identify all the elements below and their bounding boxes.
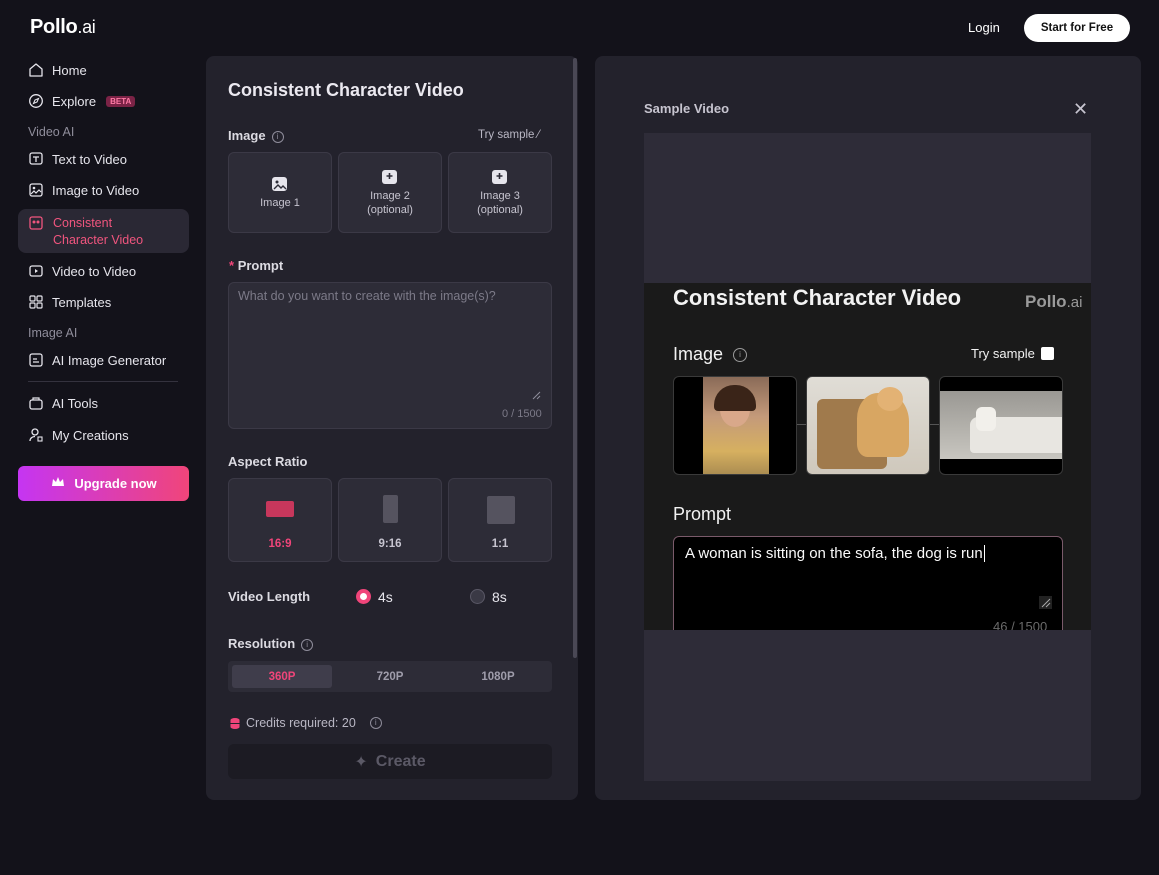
text-video-icon: [28, 151, 44, 167]
crown-icon: [50, 474, 66, 493]
resolution-1080p[interactable]: 1080P: [448, 665, 548, 688]
sidebar-item-my-creations[interactable]: My Creations: [28, 427, 129, 443]
resolution-label: Resolution i: [228, 636, 314, 651]
resize-handle-icon[interactable]: [532, 391, 541, 400]
start-for-free-button[interactable]: Start for Free: [1024, 14, 1130, 42]
ratio-16-9-label: 16:9: [268, 538, 292, 550]
length-8s-label: 8s: [492, 589, 507, 605]
length-8s-radio[interactable]: [470, 589, 485, 604]
video-frame: Consistent Character Video Pollo.ai Imag…: [644, 283, 1091, 630]
video-length-label: Video Length: [228, 589, 311, 604]
magic-wand-icon: ⁄: [537, 129, 540, 141]
prompt-textarea[interactable]: [228, 282, 552, 429]
form-scrollbar[interactable]: [573, 58, 577, 658]
ratio-16-9-icon: [266, 501, 294, 517]
prompt-placeholder: What do you want to create with the imag…: [238, 289, 496, 303]
image-add-icon: [492, 170, 507, 184]
video-frame-prompt-label: Prompt: [673, 504, 732, 524]
dice-icon: [1040, 347, 1054, 360]
video-frame-char-count: 46 / 1500: [993, 619, 1048, 630]
upgrade-now-button[interactable]: Upgrade now: [18, 466, 189, 501]
resolution-360p[interactable]: 360P: [232, 665, 332, 688]
sample-thumb-sofa: [939, 376, 1063, 475]
sidebar-item-ai-tools[interactable]: AI Tools: [28, 395, 98, 411]
aspect-ratio-label: Aspect Ratio: [228, 454, 308, 469]
info-icon: i: [369, 717, 382, 729]
video-frame-image-label: Image i: [673, 344, 748, 365]
length-4s-radio[interactable]: [356, 589, 371, 604]
home-icon: [28, 62, 44, 78]
templates-icon: [28, 294, 44, 310]
try-sample-link[interactable]: Try sample ⁄: [478, 129, 540, 141]
login-link[interactable]: Login: [968, 20, 1000, 35]
compass-icon: [28, 93, 44, 109]
video-frame-logo: Pollo.ai: [1025, 292, 1083, 311]
sample-video-title: Sample Video: [644, 101, 730, 116]
ratio-9-16-icon: [383, 495, 398, 523]
sidebar-item-home[interactable]: Home: [28, 62, 87, 78]
sidebar-item-label: Consistent Character Video: [53, 216, 144, 247]
section-label-image-ai: Image AI: [28, 326, 78, 340]
image-2-upload[interactable]: Image 2 (optional): [338, 152, 442, 233]
pollo-logo[interactable]: Pollo.ai: [30, 16, 96, 39]
close-icon[interactable]: ✕: [1073, 99, 1088, 120]
info-icon: i: [301, 638, 314, 651]
section-label-video-ai: Video AI: [28, 125, 75, 139]
sparkle-icon: ✦: [354, 753, 368, 771]
image-upload-icon: [272, 177, 287, 191]
prompt-char-count: 0 / 1500: [502, 408, 542, 420]
sample-thumb-dog: [806, 376, 930, 475]
create-button[interactable]: ✦ Create: [228, 744, 552, 779]
image-video-icon: [28, 182, 44, 198]
prompt-label: * Prompt: [229, 258, 284, 273]
video-video-icon: [28, 263, 44, 279]
video-frame-prompt-text: A woman is sitting on the sofa, the dog …: [685, 545, 985, 562]
image-generator-icon: [28, 352, 44, 368]
resize-handle-icon: [1039, 596, 1052, 609]
sidebar-item-explore[interactable]: Explore BETA: [28, 93, 136, 109]
ratio-1-1-icon: [487, 496, 515, 524]
sidebar-item-ai-image-generator[interactable]: AI Image Generator: [28, 352, 166, 368]
ratio-1-1-label: 1:1: [491, 538, 509, 550]
sidebar-divider: [28, 381, 178, 382]
image-3-upload[interactable]: Image 3 (optional): [448, 152, 552, 233]
info-icon: i: [271, 130, 284, 143]
length-4s-label: 4s: [378, 589, 393, 605]
toolbox-icon: [28, 395, 44, 411]
video-frame-try-sample: Try sample: [971, 346, 1054, 361]
image-1-upload[interactable]: Image 1: [228, 152, 332, 233]
coins-icon: [230, 717, 240, 729]
page-title: Consistent Character Video: [228, 80, 464, 100]
ratio-9-16-label: 9:16: [378, 538, 402, 550]
sidebar-item-image-to-video[interactable]: Image to Video: [28, 182, 139, 198]
sample-thumb-woman: [673, 376, 797, 475]
sidebar-item-video-to-video[interactable]: Video to Video: [28, 263, 136, 279]
credits-required: Credits required: 20 i: [230, 716, 382, 730]
beta-badge: BETA: [106, 95, 136, 107]
consistent-character-icon: [28, 215, 44, 231]
resolution-720p[interactable]: 720P: [340, 665, 440, 688]
sidebar-item-templates[interactable]: Templates: [28, 294, 111, 310]
user-icon: [28, 427, 44, 443]
info-icon: i: [733, 348, 748, 363]
image-label: Image i: [228, 128, 284, 143]
video-frame-title: Consistent Character Video: [673, 285, 962, 310]
image-add-icon: [382, 170, 397, 184]
sidebar-item-text-to-video[interactable]: Text to Video: [28, 151, 127, 167]
